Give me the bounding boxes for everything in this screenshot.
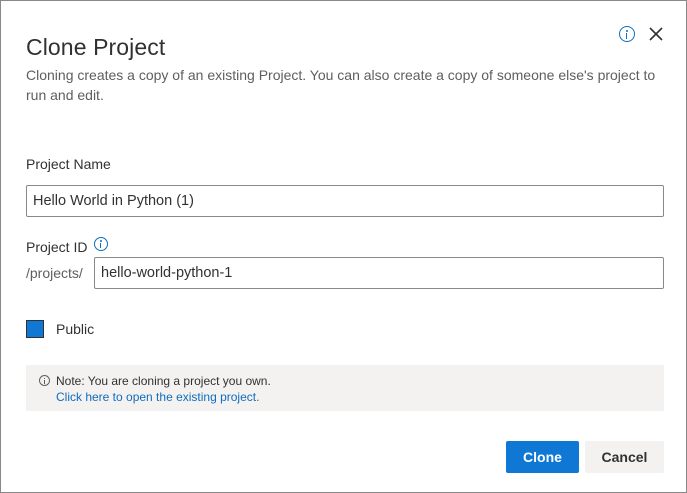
public-checkbox[interactable] <box>26 320 44 338</box>
open-existing-project-link[interactable]: Click here to open the existing project. <box>56 390 259 404</box>
cancel-button[interactable]: Cancel <box>585 441 664 473</box>
info-icon[interactable] <box>619 26 635 42</box>
project-id-label: Project ID <box>26 239 88 255</box>
dialog-subtitle: Cloning creates a copy of an existing Pr… <box>26 67 656 103</box>
dialog-title: Clone Project <box>26 34 166 60</box>
project-name-input[interactable] <box>26 185 664 217</box>
close-icon[interactable] <box>647 25 665 43</box>
project-name-label: Project Name <box>26 156 111 172</box>
clone-project-dialog: Clone Project Cloning creates a copy of … <box>0 0 687 493</box>
project-id-input[interactable] <box>94 257 664 289</box>
project-id-info-icon[interactable] <box>94 237 108 251</box>
project-id-prefix: /projects/ <box>26 265 83 281</box>
note-text: Note: You are cloning a project you own. <box>56 374 271 388</box>
note-info-icon <box>39 375 50 386</box>
clone-button[interactable]: Clone <box>506 441 579 473</box>
public-checkbox-label[interactable]: Public <box>56 321 94 337</box>
note-box: Note: You are cloning a project you own.… <box>26 365 664 411</box>
